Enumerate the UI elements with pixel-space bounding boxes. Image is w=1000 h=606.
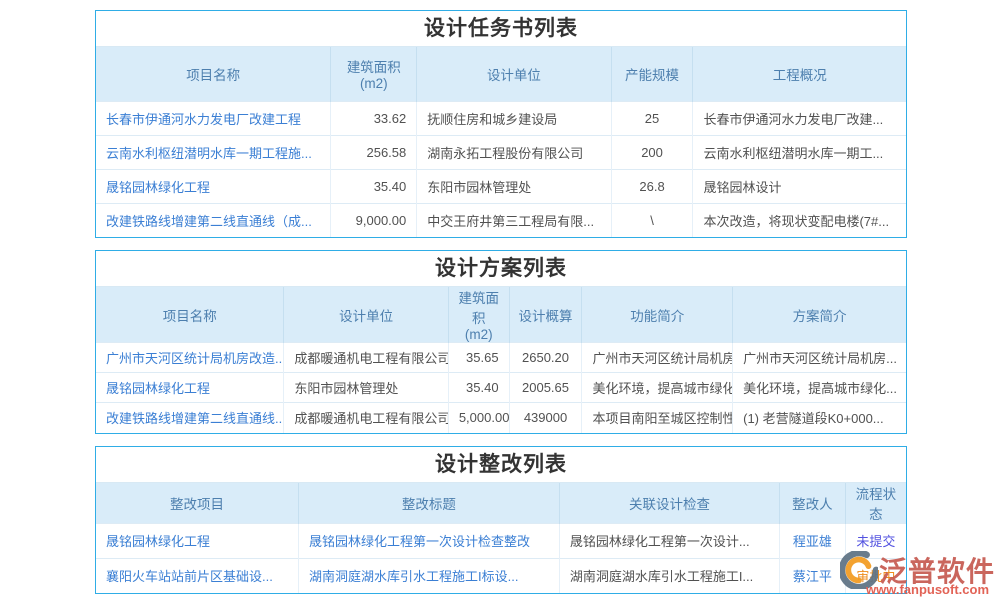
design-plan-list-section: 设计方案列表 项目名称设计单位建筑面积 (m2)设计概算功能简介方案简介广州市天… bbox=[95, 250, 907, 434]
cell-capacity_scale: 200 bbox=[611, 135, 693, 169]
cell-capacity_scale: \ bbox=[611, 203, 693, 237]
col-header-project_name: 项目名称 bbox=[96, 47, 331, 101]
table-title-design-tasks: 设计任务书列表 bbox=[96, 11, 906, 47]
col-header-capacity_scale: 产能规模 bbox=[611, 47, 693, 101]
col-header-rectifier: 整改人 bbox=[780, 483, 846, 524]
col-header-design_unit: 设计单位 bbox=[284, 287, 448, 343]
col-header-project_name: 项目名称 bbox=[96, 287, 284, 343]
table-row: 改建铁路线增建第二线直通线...成都暖通机电工程有限公司5,000.004390… bbox=[96, 403, 906, 433]
design-task-list-section: 设计任务书列表 项目名称建筑面积 (m2)设计单位产能规模工程概况长春市伊通河水… bbox=[95, 10, 907, 238]
watermark-url-text: www.fanpusoft.com bbox=[866, 582, 995, 597]
cell-project_overview: 本次改造，将现状变配电楼(7#... bbox=[693, 203, 906, 237]
col-header-related_design_check: 关联设计检查 bbox=[559, 483, 779, 524]
col-header-rectify_title: 整改标题 bbox=[299, 483, 560, 524]
col-header-building_area_m2: 建筑面积 (m2) bbox=[448, 287, 509, 343]
cell-rectify_project[interactable]: 襄阳火车站站前片区基础设... bbox=[96, 558, 299, 593]
tables-container: 设计任务书列表 项目名称建筑面积 (m2)设计单位产能规模工程概况长春市伊通河水… bbox=[95, 10, 907, 606]
cell-rectifier[interactable]: 蔡江平 bbox=[780, 558, 846, 593]
cell-plan_intro: 美化环境，提高城市绿化... bbox=[733, 373, 906, 403]
table-title-design-plans: 设计方案列表 bbox=[96, 251, 906, 287]
col-header-design_unit: 设计单位 bbox=[417, 47, 611, 101]
cell-rectifier[interactable]: 程亚雄 bbox=[780, 523, 846, 558]
design-task-table: 项目名称建筑面积 (m2)设计单位产能规模工程概况长春市伊通河水力发电厂改建工程… bbox=[96, 47, 906, 237]
cell-plan_intro: (1) 老营隧道段K0+000... bbox=[733, 403, 906, 433]
cell-design_unit: 东阳市园林管理处 bbox=[284, 373, 448, 403]
cell-rectify_title[interactable]: 晟铭园林绿化工程第一次设计检查整改 bbox=[299, 523, 560, 558]
design-rectify-table: 整改项目整改标题关联设计检查整改人流程状态晟铭园林绿化工程晟铭园林绿化工程第一次… bbox=[96, 483, 906, 594]
table-row: 晟铭园林绿化工程东阳市园林管理处35.402005.65美化环境，提高城市绿化.… bbox=[96, 373, 906, 403]
cell-rectify_title[interactable]: 湖南洞庭湖水库引水工程施工I标设... bbox=[299, 558, 560, 593]
table-row: 襄阳火车站站前片区基础设...湖南洞庭湖水库引水工程施工I标设...湖南洞庭湖水… bbox=[96, 558, 906, 593]
table-row: 长春市伊通河水力发电厂改建工程33.62抚顺住房和城乡建设局25长春市伊通河水力… bbox=[96, 101, 906, 135]
cell-project_name[interactable]: 改建铁路线增建第二线直通线... bbox=[96, 403, 284, 433]
table-row: 晟铭园林绿化工程35.40东阳市园林管理处26.8晟铭园林设计 bbox=[96, 169, 906, 203]
cell-function_intro: 美化环境，提高城市绿化... bbox=[582, 373, 733, 403]
header-row: 整改项目整改标题关联设计检查整改人流程状态 bbox=[96, 483, 906, 524]
cell-building_area_m2: 5,000.00 bbox=[448, 403, 509, 433]
cell-function_intro: 本项目南阳至城区控制性... bbox=[582, 403, 733, 433]
cell-project_name[interactable]: 广州市天河区统计局机房改造... bbox=[96, 343, 284, 373]
cell-building_area_m2: 35.65 bbox=[448, 343, 509, 373]
cell-building_area_m2: 35.40 bbox=[448, 373, 509, 403]
col-header-flow_status: 流程状态 bbox=[845, 483, 906, 524]
col-header-rectify_project: 整改项目 bbox=[96, 483, 299, 524]
header-row: 项目名称建筑面积 (m2)设计单位产能规模工程概况 bbox=[96, 47, 906, 101]
cell-capacity_scale: 25 bbox=[611, 101, 693, 135]
fanpusoft-watermark: 泛普软件 www.fanpusoft.com bbox=[840, 550, 995, 597]
cell-project_name[interactable]: 长春市伊通河水力发电厂改建工程 bbox=[96, 101, 331, 135]
cell-capacity_scale: 26.8 bbox=[611, 169, 693, 203]
cell-related_design_check: 湖南洞庭湖水库引水工程施工I... bbox=[559, 558, 779, 593]
col-header-building_area_m2: 建筑面积 (m2) bbox=[331, 47, 417, 101]
col-header-project_overview: 工程概况 bbox=[693, 47, 906, 101]
cell-project_name[interactable]: 云南水利枢纽潜明水库一期工程施... bbox=[96, 135, 331, 169]
header-row: 项目名称设计单位建筑面积 (m2)设计概算功能简介方案简介 bbox=[96, 287, 906, 343]
cell-project_name[interactable]: 晟铭园林绿化工程 bbox=[96, 169, 331, 203]
cell-rectify_project[interactable]: 晟铭园林绿化工程 bbox=[96, 523, 299, 558]
cell-design_unit: 东阳市园林管理处 bbox=[417, 169, 611, 203]
col-header-plan_intro: 方案简介 bbox=[733, 287, 906, 343]
cell-plan_intro: 广州市天河区统计局机房... bbox=[733, 343, 906, 373]
design-plan-table: 项目名称设计单位建筑面积 (m2)设计概算功能简介方案简介广州市天河区统计局机房… bbox=[96, 287, 906, 433]
cell-design_unit: 抚顺住房和城乡建设局 bbox=[417, 101, 611, 135]
cell-building_area_m2: 35.40 bbox=[331, 169, 417, 203]
cell-project_overview: 长春市伊通河水力发电厂改建... bbox=[693, 101, 906, 135]
cell-design_estimate: 439000 bbox=[509, 403, 582, 433]
cell-design_estimate: 2650.20 bbox=[509, 343, 582, 373]
col-header-function_intro: 功能简介 bbox=[582, 287, 733, 343]
cell-design_unit: 成都暖通机电工程有限公司 bbox=[284, 343, 448, 373]
cell-building_area_m2: 33.62 bbox=[331, 101, 417, 135]
cell-project_overview: 云南水利枢纽潜明水库一期工... bbox=[693, 135, 906, 169]
cell-building_area_m2: 9,000.00 bbox=[331, 203, 417, 237]
cell-design_unit: 湖南永拓工程股份有限公司 bbox=[417, 135, 611, 169]
table-row: 改建铁路线增建第二线直通线（成...9,000.00中交王府井第三工程局有限..… bbox=[96, 203, 906, 237]
cell-related_design_check: 晟铭园林绿化工程第一次设计... bbox=[559, 523, 779, 558]
cell-design_estimate: 2005.65 bbox=[509, 373, 582, 403]
cell-project_name[interactable]: 改建铁路线增建第二线直通线（成... bbox=[96, 203, 331, 237]
table-row: 云南水利枢纽潜明水库一期工程施...256.58湖南永拓工程股份有限公司200云… bbox=[96, 135, 906, 169]
table-title-design-rectify: 设计整改列表 bbox=[96, 447, 906, 483]
col-header-design_estimate: 设计概算 bbox=[509, 287, 582, 343]
cell-project_name[interactable]: 晟铭园林绿化工程 bbox=[96, 373, 284, 403]
cell-design_unit: 中交王府井第三工程局有限... bbox=[417, 203, 611, 237]
table-row: 晟铭园林绿化工程晟铭园林绿化工程第一次设计检查整改晟铭园林绿化工程第一次设计..… bbox=[96, 523, 906, 558]
cell-design_unit: 成都暖通机电工程有限公司 bbox=[284, 403, 448, 433]
cell-function_intro: 广州市天河区统计局机房... bbox=[582, 343, 733, 373]
design-rectify-list-section: 设计整改列表 整改项目整改标题关联设计检查整改人流程状态晟铭园林绿化工程晟铭园林… bbox=[95, 446, 907, 595]
cell-project_overview: 晟铭园林设计 bbox=[693, 169, 906, 203]
table-row: 广州市天河区统计局机房改造...成都暖通机电工程有限公司35.652650.20… bbox=[96, 343, 906, 373]
cell-building_area_m2: 256.58 bbox=[331, 135, 417, 169]
